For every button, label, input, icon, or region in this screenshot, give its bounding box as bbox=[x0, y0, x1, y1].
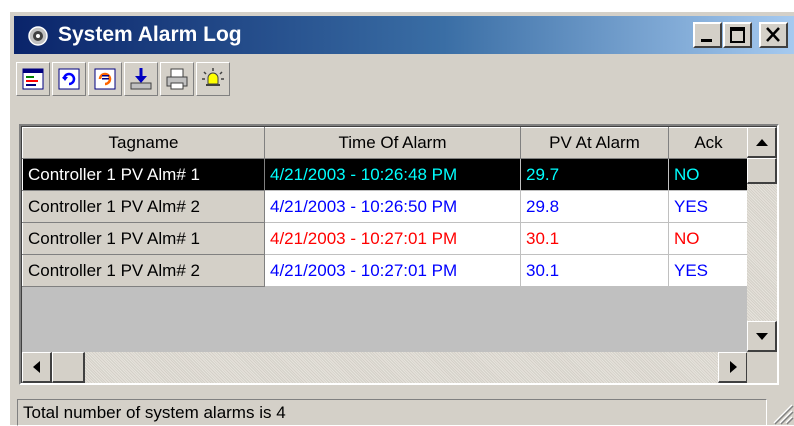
print-icon bbox=[166, 68, 188, 90]
cell-tagname[interactable]: Controller 1 PV Alm# 2 bbox=[22, 254, 265, 287]
cell-pv-at-alarm[interactable]: 29.8 bbox=[520, 190, 669, 223]
arrow-up-icon bbox=[756, 139, 768, 146]
close-icon bbox=[766, 27, 780, 42]
cell-pv-at-alarm[interactable]: 29.7 bbox=[520, 158, 669, 191]
refresh-button[interactable] bbox=[52, 62, 86, 96]
table-row[interactable]: Controller 1 PV Alm# 1 4/21/2003 - 10:26:… bbox=[22, 158, 749, 191]
table-row[interactable]: Controller 1 PV Alm# 2 4/21/2003 - 10:26:… bbox=[22, 190, 749, 223]
refresh-icon bbox=[58, 68, 80, 90]
restore-button[interactable] bbox=[723, 22, 752, 48]
print-button[interactable] bbox=[160, 62, 194, 96]
export-icon bbox=[130, 68, 152, 90]
resize-grip-icon[interactable] bbox=[766, 397, 794, 425]
report-button[interactable] bbox=[16, 62, 50, 96]
window-title: System Alarm Log bbox=[58, 23, 242, 46]
export-button[interactable] bbox=[124, 62, 158, 96]
cell-time-of-alarm[interactable]: 4/21/2003 - 10:27:01 PM bbox=[264, 222, 521, 255]
arrow-left-icon bbox=[33, 361, 40, 373]
cell-tagname[interactable]: Controller 1 PV Alm# 2 bbox=[22, 190, 265, 223]
table-row[interactable]: Controller 1 PV Alm# 2 4/21/2003 - 10:27:… bbox=[22, 254, 749, 287]
minimize-icon bbox=[701, 39, 712, 42]
vertical-scrollbar[interactable] bbox=[747, 127, 777, 352]
column-header-time-of-alarm[interactable]: Time Of Alarm bbox=[264, 127, 521, 159]
column-header-ack[interactable]: Ack bbox=[668, 127, 749, 159]
scroll-up-button[interactable] bbox=[747, 127, 777, 158]
acknowledge-icon bbox=[94, 68, 116, 90]
acknowledge-button[interactable] bbox=[88, 62, 122, 96]
restore-icon bbox=[730, 27, 745, 43]
alarm-table: Tagname Time Of Alarm PV At Alarm Ack Co… bbox=[22, 127, 749, 287]
cell-time-of-alarm[interactable]: 4/21/2003 - 10:26:48 PM bbox=[264, 158, 521, 191]
cell-time-of-alarm[interactable]: 4/21/2003 - 10:26:50 PM bbox=[264, 190, 521, 223]
alarm-grid: Tagname Time Of Alarm PV At Alarm Ack Co… bbox=[19, 124, 779, 385]
cell-ack[interactable]: NO bbox=[668, 158, 749, 191]
alarm-bell-icon bbox=[202, 68, 224, 86]
scroll-right-button[interactable] bbox=[718, 352, 748, 383]
cell-pv-at-alarm[interactable]: 30.1 bbox=[520, 222, 669, 255]
arrow-right-icon bbox=[730, 361, 737, 373]
scroll-left-button[interactable] bbox=[22, 352, 52, 383]
horizontal-scrollbar[interactable] bbox=[22, 352, 748, 383]
cell-ack[interactable]: NO bbox=[668, 222, 749, 255]
cell-ack[interactable]: YES bbox=[668, 190, 749, 223]
system-alarm-log-window: System Alarm Log Tagname Time Of Alarm P… bbox=[9, 11, 794, 426]
minimize-button[interactable] bbox=[693, 22, 722, 48]
vertical-scroll-thumb[interactable] bbox=[747, 158, 777, 184]
cell-time-of-alarm[interactable]: 4/21/2003 - 10:27:01 PM bbox=[264, 254, 521, 287]
alarm-log-icon bbox=[28, 26, 48, 46]
column-header-tagname[interactable]: Tagname bbox=[22, 127, 265, 159]
header-row: Tagname Time Of Alarm PV At Alarm Ack bbox=[22, 127, 749, 159]
column-header-pv-at-alarm[interactable]: PV At Alarm bbox=[520, 127, 669, 159]
status-text: Total number of system alarms is 4 bbox=[23, 403, 286, 422]
close-button[interactable] bbox=[759, 22, 788, 48]
status-bar: Total number of system alarms is 4 bbox=[17, 399, 767, 426]
cell-tagname[interactable]: Controller 1 PV Alm# 1 bbox=[22, 158, 265, 191]
cell-pv-at-alarm[interactable]: 30.1 bbox=[520, 254, 669, 287]
arrow-down-icon bbox=[756, 333, 768, 340]
horizontal-scroll-thumb[interactable] bbox=[52, 352, 85, 383]
cell-tagname[interactable]: Controller 1 PV Alm# 1 bbox=[22, 222, 265, 255]
table-row[interactable]: Controller 1 PV Alm# 1 4/21/2003 - 10:27:… bbox=[22, 222, 749, 255]
scroll-down-button[interactable] bbox=[747, 321, 777, 352]
title-bar[interactable]: System Alarm Log bbox=[14, 16, 794, 54]
alarm-bell-button[interactable] bbox=[196, 62, 230, 96]
report-icon bbox=[22, 68, 44, 90]
scrollbar-corner bbox=[747, 352, 777, 383]
cell-ack[interactable]: YES bbox=[668, 254, 749, 287]
